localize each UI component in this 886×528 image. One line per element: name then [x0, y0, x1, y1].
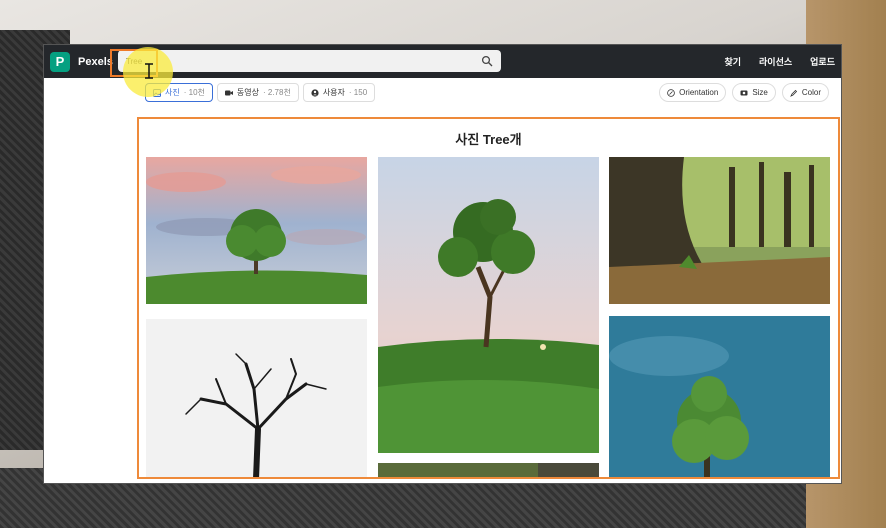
pexels-logo-icon[interactable]: P [50, 51, 70, 72]
tab-videos[interactable]: 동영상 · 2.78천 [216, 83, 299, 102]
photo-bare-tree[interactable] [146, 319, 367, 479]
orientation-filter[interactable]: Orientation [659, 83, 727, 102]
orientation-label: Orientation [679, 88, 719, 97]
tab-users-count: · 150 [348, 88, 368, 97]
search-input[interactable] [126, 56, 481, 66]
search-icon[interactable] [481, 55, 493, 67]
page-title: 사진 Tree개 [455, 132, 522, 147]
photo-tree-dusk-hill[interactable] [378, 157, 599, 453]
photo-forest-partial[interactable] [378, 463, 599, 479]
color-label: Color [801, 88, 821, 97]
browser-window: P Pexels 찾기 라이선스 업로드 사진 · 10천 [43, 44, 842, 484]
tab-users-label: 사용자 [322, 88, 345, 97]
tab-photos-count: · 10천 [183, 88, 205, 97]
nav-upload[interactable]: 업로드 [810, 55, 835, 68]
size-label: Size [752, 88, 768, 97]
tab-users[interactable]: 사용자 · 150 [302, 83, 376, 102]
photo-tree-blue-sky[interactable] [609, 316, 830, 479]
search-bar[interactable] [118, 50, 501, 72]
results-area: 사진 Tree개 [137, 117, 840, 479]
top-nav: 찾기 라이선스 업로드 [724, 45, 835, 78]
color-picker-icon [789, 89, 797, 97]
orientation-icon [667, 88, 675, 97]
color-filter[interactable]: Color [781, 83, 829, 102]
media-type-tabs: 사진 · 10천 동영상 · 2.78천 사용자 · 150 [145, 83, 376, 102]
video-icon [224, 90, 233, 95]
tab-photos-label: 사진 [165, 88, 180, 97]
logo-letter: P [55, 54, 65, 69]
refine-filters: Orientation Size Color [659, 83, 829, 102]
size-icon [740, 90, 748, 95]
user-icon [311, 88, 319, 97]
brand-name[interactable]: Pexels [78, 56, 113, 68]
photo-forest-trunk[interactable] [609, 157, 830, 304]
tab-videos-count: · 2.78천 [262, 88, 291, 97]
size-filter[interactable]: Size [732, 83, 776, 102]
nav-explore[interactable]: 찾기 [724, 55, 741, 68]
photo-tree-hill-clouds[interactable] [146, 157, 367, 304]
nav-license[interactable]: 라이선스 [759, 55, 792, 68]
tab-videos-label: 동영상 [236, 88, 259, 97]
text-cursor-icon [145, 63, 153, 79]
